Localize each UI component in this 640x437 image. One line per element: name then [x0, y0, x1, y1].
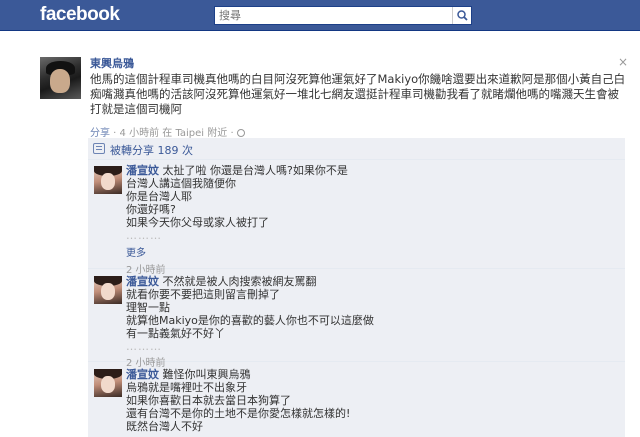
- comment-line: 就算他Makiyo是你的喜歡的藝人你也不可以這麼做: [126, 314, 374, 327]
- commenter-name[interactable]: 潘宣妏: [126, 275, 159, 288]
- commenter-name[interactable]: 潘宣妏: [126, 164, 159, 177]
- top-navigation-bar: facebook: [0, 0, 640, 31]
- post-meta: 分享 · 4 小時前 在 Taipei 附近 ·: [90, 124, 245, 139]
- search-box[interactable]: [214, 6, 472, 25]
- commenter-name[interactable]: 潘宣妏: [126, 368, 159, 381]
- commenter-avatar[interactable]: [94, 166, 122, 194]
- see-more-link[interactable]: 更多: [126, 248, 146, 259]
- author-avatar[interactable]: [40, 57, 81, 99]
- comment-line: 你是台灣人耶: [126, 190, 192, 203]
- comment-ellipsis: ………: [126, 340, 162, 353]
- comment-text: 不然就是被人肉搜索被網友罵翻: [162, 275, 317, 288]
- commenter-avatar[interactable]: [94, 276, 122, 304]
- comment-line: 台灣人講這個我隨便你: [126, 177, 236, 190]
- search-button[interactable]: [452, 7, 471, 24]
- comment-line: 理智一點: [126, 301, 170, 314]
- comment-line: 如果你喜歡日本就去當日本狗算了: [126, 394, 291, 407]
- comment-text: 太扯了啦 你還是台灣人嗎?如果你不是: [162, 164, 348, 177]
- comment-line: 烏鴉就是嘴裡吐不出象牙: [126, 381, 247, 394]
- location-icon: [236, 129, 245, 137]
- post-author-name[interactable]: 東興烏鴉: [90, 55, 134, 71]
- comment-line: 有一點義氣好不好丫: [126, 327, 225, 340]
- facebook-logo[interactable]: facebook: [40, 4, 120, 26]
- comment-line: 如果今天你父母或家人被打了: [126, 216, 269, 229]
- share-icon: [93, 143, 105, 154]
- close-icon[interactable]: ×: [617, 56, 629, 68]
- comment-line: 就看你要不要把這則留言刪掉了: [126, 288, 280, 301]
- comment-line: 你還好嗎?: [126, 203, 176, 216]
- comment-line: 既然台灣人不好: [126, 420, 203, 433]
- share-count-link[interactable]: 被轉分享 189 次: [110, 142, 193, 158]
- comment-item: 潘宣妏 太扯了啦 你還是台灣人嗎?如果你不是 台灣人講這個我隨便你 你是台灣人耶…: [88, 161, 625, 276]
- comment-line: 還有台灣不是你的土地不是你愛怎樣就怎樣的!: [126, 407, 351, 420]
- commenter-avatar[interactable]: [94, 369, 122, 397]
- search-icon: [457, 10, 468, 21]
- share-count-header: 被轉分享 189 次: [88, 138, 625, 160]
- share-comments-panel: 被轉分享 189 次 潘宣妏 太扯了啦 你還是台灣人嗎?如果你不是 台灣人講這個…: [88, 138, 625, 437]
- comment-item: 潘宣妏 難怪你叫東興烏鴉 烏鴉就是嘴裡吐不出象牙 如果你喜歡日本就去當日本狗算了…: [88, 363, 625, 437]
- post-body-text: 他馬的這個計程車司機真他嗎的白目阿沒死算他運氣好了Makiyo你饑啥還要出來道歉…: [90, 72, 626, 116]
- comment-item: 潘宣妏 不然就是被人肉搜索被網友罵翻 就看你要不要把這則留言刪掉了 理智一點 就…: [88, 270, 625, 369]
- comment-ellipsis: ………: [126, 229, 162, 242]
- comment-text: 難怪你叫東興烏鴉: [162, 368, 251, 381]
- search-input[interactable]: [215, 7, 453, 24]
